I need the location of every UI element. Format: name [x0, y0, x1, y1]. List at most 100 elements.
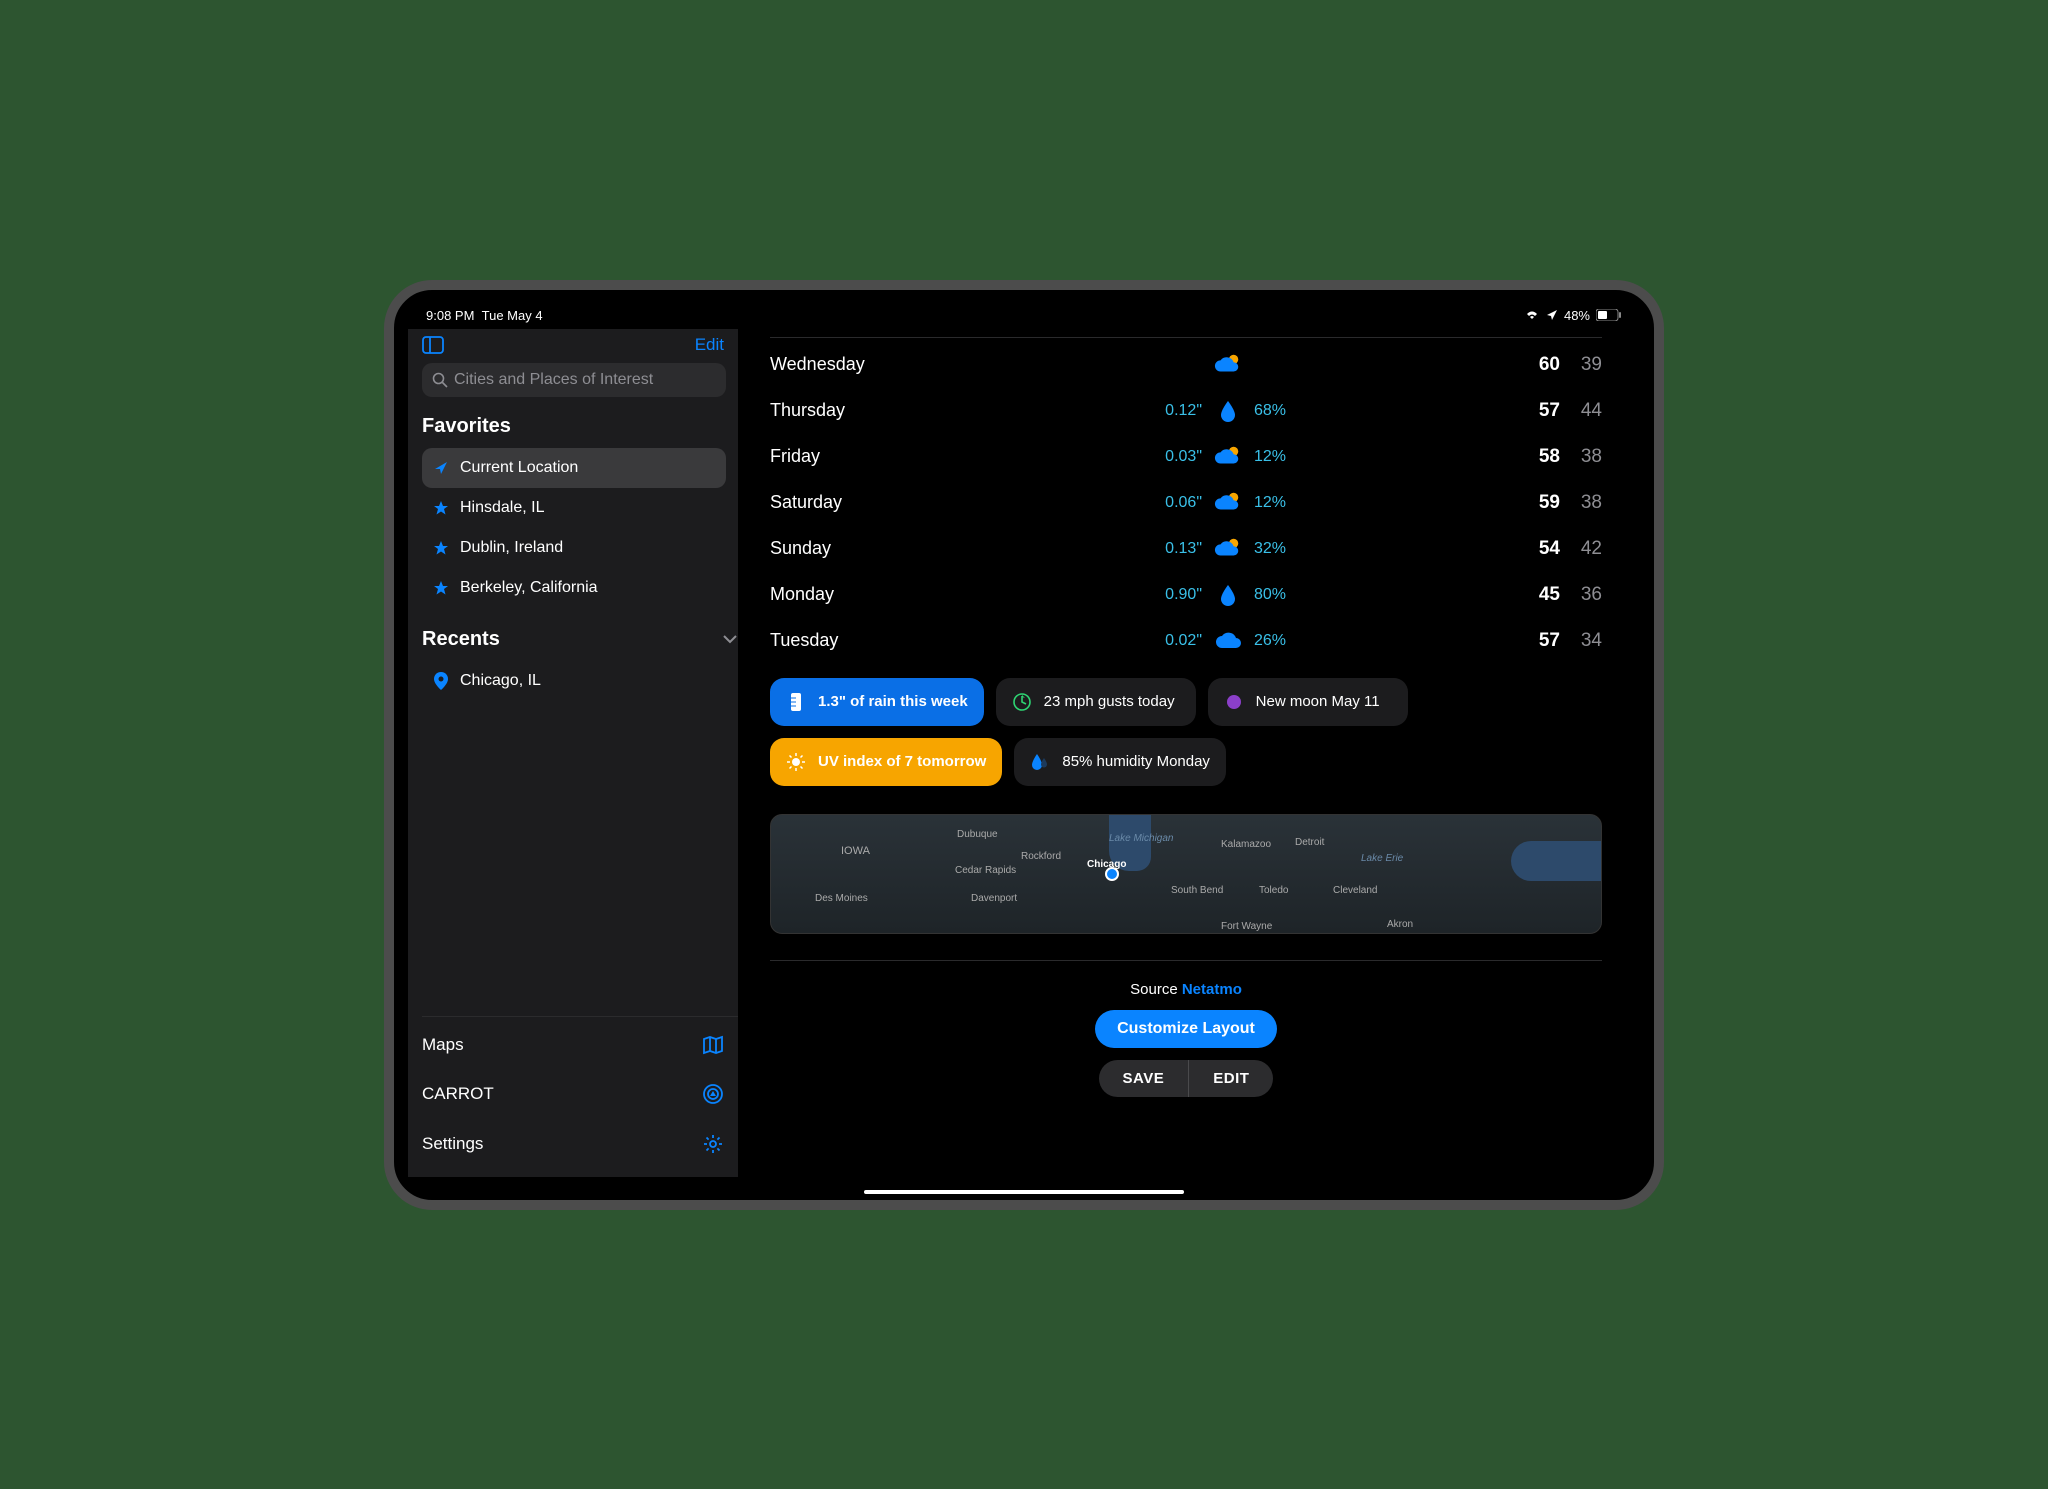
weather-icon — [1214, 397, 1242, 425]
map-city-label: Davenport — [971, 893, 1017, 904]
weather-icon — [1214, 627, 1242, 655]
ipad-frame: 9:08 PM Tue May 4 48% Edit — [384, 280, 1664, 1210]
map-city-label: Akron — [1387, 919, 1413, 930]
status-time-date: 9:08 PM Tue May 4 — [426, 308, 543, 323]
card-moon[interactable]: New moon May 11 — [1208, 678, 1408, 726]
sidebar-item-label: Current Location — [460, 459, 578, 477]
save-button[interactable]: SAVE — [1099, 1060, 1189, 1097]
sidebar: Edit Favorites Current Location — [408, 329, 738, 1177]
temp-high: 60 — [1480, 354, 1560, 376]
save-edit-pill: SAVE EDIT — [1099, 1060, 1274, 1097]
search-box[interactable] — [422, 363, 726, 397]
nav-maps[interactable]: Maps — [422, 1021, 738, 1069]
precip-percent: 32% — [1254, 540, 1298, 558]
gear-icon — [702, 1133, 724, 1155]
precip-amount: 0.13" — [1152, 540, 1202, 558]
temp-high: 57 — [1480, 400, 1560, 422]
forecast-row[interactable]: Saturday0.06"12%5938 — [770, 480, 1602, 526]
precip-amount: 0.90" — [1152, 586, 1202, 604]
card-gusts[interactable]: 23 mph gusts today — [996, 678, 1196, 726]
weather-map[interactable]: IOWADubuqueRockfordCedar RapidsDavenport… — [770, 814, 1602, 934]
status-right: 48% — [1524, 308, 1622, 323]
sidebar-item-hinsdale[interactable]: Hinsdale, IL — [422, 488, 726, 528]
forecast-row[interactable]: Tuesday 0.02" 26% 5734 — [770, 618, 1602, 664]
card-rain-week[interactable]: 1.3" of rain this week — [770, 678, 984, 726]
weather-icon — [1214, 351, 1242, 379]
temp-low: 42 — [1560, 538, 1602, 560]
carrot-icon — [702, 1083, 724, 1105]
nav-settings[interactable]: Settings — [422, 1119, 738, 1169]
sidebar-item-label: Chicago, IL — [460, 672, 541, 690]
customize-layout-button[interactable]: Customize Layout — [1095, 1010, 1277, 1048]
map-icon — [702, 1035, 724, 1055]
sidebar-item-label: Hinsdale, IL — [460, 499, 545, 517]
temp-high: 54 — [1480, 538, 1560, 560]
forecast-row[interactable]: Thursday0.12"68%5744 — [770, 388, 1602, 434]
location-services-icon — [1546, 309, 1558, 321]
forecast-list: Wednesday6039Thursday0.12"68%5744Friday0… — [770, 342, 1602, 664]
edit-button[interactable]: Edit — [695, 335, 724, 355]
map-city-label: Cedar Rapids — [955, 865, 1016, 876]
map-city-label: Kalamazoo — [1221, 839, 1271, 850]
sidebar-toggle-icon[interactable] — [422, 336, 444, 354]
day-name: Tuesday — [770, 630, 970, 651]
forecast-row[interactable]: Sunday 0.13" 32% 5442 — [770, 526, 1602, 572]
sidebar-item-chicago[interactable]: Chicago, IL — [422, 661, 726, 701]
sidebar-item-berkeley[interactable]: Berkeley, California — [422, 568, 726, 608]
precip-amount: 0.06" — [1152, 494, 1202, 512]
forecast-row[interactable]: Monday0.90"80%4536 — [770, 572, 1602, 618]
location-arrow-icon — [432, 460, 450, 476]
precip-block: 0.13" 32% — [970, 535, 1480, 563]
day-name: Sunday — [770, 538, 970, 559]
card-uv[interactable]: UV index of 7 tomorrow — [770, 738, 1002, 786]
precip-amount: 0.03" — [1152, 448, 1202, 466]
day-name: Saturday — [770, 492, 970, 513]
battery-percent: 48% — [1564, 308, 1590, 323]
precip-block: 0.03"12% — [970, 443, 1480, 471]
map-city-label: Fort Wayne — [1221, 921, 1272, 932]
temp-low: 39 — [1560, 354, 1602, 376]
precip-percent: 80% — [1254, 586, 1298, 604]
wind-icon — [1012, 692, 1032, 712]
summary-cards: 1.3" of rain this week 23 mph gusts toda… — [770, 678, 1602, 786]
recents-header[interactable]: Recents — [422, 624, 738, 661]
sidebar-item-dublin[interactable]: Dublin, Ireland — [422, 528, 726, 568]
precip-block: 0.06"12% — [970, 489, 1480, 517]
battery-icon — [1596, 309, 1622, 321]
sidebar-item-current-location[interactable]: Current Location — [422, 448, 726, 488]
chevron-down-icon — [722, 634, 738, 644]
temp-low: 38 — [1560, 492, 1602, 514]
search-input[interactable] — [454, 371, 716, 389]
home-indicator[interactable] — [864, 1190, 1184, 1194]
map-city-label: IOWA — [841, 845, 870, 857]
nav-carrot[interactable]: CARROT — [422, 1069, 738, 1119]
temp-high: 58 — [1480, 446, 1560, 468]
temp-low: 38 — [1560, 446, 1602, 468]
edit-layout-button[interactable]: EDIT — [1189, 1060, 1273, 1097]
sidebar-item-label: Dublin, Ireland — [460, 539, 563, 557]
precip-percent: 26% — [1254, 632, 1298, 650]
map-city-label: Toledo — [1259, 885, 1288, 896]
temp-high: 57 — [1480, 630, 1560, 652]
weather-icon — [1214, 535, 1242, 563]
source-link[interactable]: Netatmo — [1182, 981, 1242, 998]
forecast-row[interactable]: Friday0.03"12%5838 — [770, 434, 1602, 480]
footer: Source Netatmo Customize Layout SAVE EDI… — [770, 960, 1602, 1097]
map-city-label: Cleveland — [1333, 885, 1377, 896]
humidity-icon — [1030, 752, 1050, 772]
map-city-label: Lake Erie — [1361, 853, 1403, 864]
main-content: Wednesday6039Thursday0.12"68%5744Friday0… — [738, 329, 1626, 1177]
map-current-pin — [1105, 867, 1119, 881]
temp-high: 59 — [1480, 492, 1560, 514]
star-icon — [432, 540, 450, 556]
precip-block: 0.02" 26% — [970, 627, 1480, 655]
wifi-icon — [1524, 309, 1540, 321]
source-line: Source Netatmo — [770, 981, 1602, 998]
forecast-row[interactable]: Wednesday6039 — [770, 342, 1602, 388]
star-icon — [432, 580, 450, 596]
precip-amount: 0.02" — [1152, 632, 1202, 650]
map-city-label: Dubuque — [957, 829, 998, 840]
temp-low: 34 — [1560, 630, 1602, 652]
new-moon-icon — [1224, 692, 1244, 712]
card-humidity[interactable]: 85% humidity Monday — [1014, 738, 1226, 786]
